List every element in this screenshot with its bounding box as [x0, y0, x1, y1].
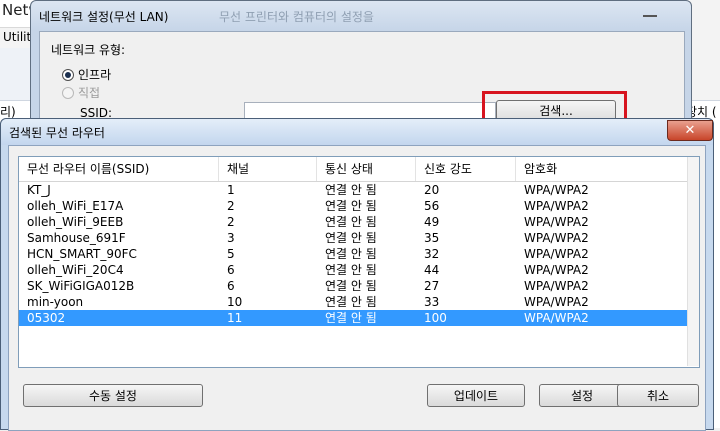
cell-ssid: olleh_WiFi_20C4 [27, 263, 124, 277]
cell-ssid: olleh_WiFi_9EEB [27, 215, 124, 229]
radio-button[interactable] [62, 68, 74, 81]
manual-setup-button[interactable]: 수동 설정 [23, 384, 203, 407]
router-row-selected[interactable]: 05302 11 연결 안 됨 100 WPA/WPA2 [19, 310, 687, 326]
cell-ssid: olleh_WiFi_E17A [27, 199, 124, 213]
cell-ssid: 05302 [27, 311, 66, 325]
cell-ssid: KT_J [27, 183, 51, 197]
router-row[interactable]: olleh_WiFi_20C4 6 연결 안 됨 44 WPA/WPA2 [19, 262, 687, 278]
cell-encryption: WPA/WPA2 [524, 231, 589, 245]
cell-channel: 1 [227, 183, 235, 197]
cell-encryption: WPA/WPA2 [524, 263, 589, 277]
cell-status: 연결 안 됨 [325, 247, 377, 261]
radio-label: 인프라 [78, 68, 112, 82]
background-panel [690, 0, 720, 100]
cell-signal: 56 [424, 199, 440, 213]
settings-button[interactable]: 설정 [539, 384, 625, 407]
router-dialog-title: 검색된 무선 라우터 [9, 126, 105, 140]
found-routers-dialog: 검색된 무선 라우터 ✕ 무선 라우터 이름(SSID) 채널 통신 상태 신호… [0, 118, 714, 431]
cell-channel: 11 [227, 311, 243, 325]
radio-label: 직접 [78, 86, 101, 100]
cell-encryption: WPA/WPA2 [524, 215, 589, 229]
cell-status: 연결 안 됨 [325, 263, 377, 277]
vertical-scrollbar[interactable] [687, 157, 699, 366]
cell-ssid: HCN_SMART_90FC [27, 247, 137, 261]
column-header-encryption[interactable]: 암호화 [516, 157, 687, 181]
cell-channel: 2 [227, 199, 235, 213]
cell-channel: 6 [227, 279, 235, 293]
network-type-label: 네트워크 유형: [51, 43, 126, 57]
network-dialog-hint: 무선 프린터와 컴퓨터의 설정을 [219, 10, 374, 24]
column-header-signal[interactable]: 신호 강도 [416, 157, 516, 181]
minimize-button[interactable] [643, 5, 657, 17]
radio-direct: 직접 [62, 84, 100, 101]
cell-signal: 20 [424, 183, 440, 197]
cell-encryption: WPA/WPA2 [524, 279, 589, 293]
update-button[interactable]: 업데이트 [427, 384, 525, 407]
router-row[interactable]: olleh_WiFi_9EEB 2 연결 안 됨 49 WPA/WPA2 [19, 214, 687, 230]
cell-channel: 10 [227, 295, 243, 309]
cell-signal: 27 [424, 279, 440, 293]
cell-signal: 33 [424, 295, 440, 309]
cell-status: 연결 안 됨 [325, 183, 377, 197]
cell-status: 연결 안 됨 [325, 295, 377, 309]
router-row[interactable]: HCN_SMART_90FC 5 연결 안 됨 32 WPA/WPA2 [19, 246, 687, 262]
column-header-status[interactable]: 통신 상태 [317, 157, 416, 181]
cell-ssid: SK_WiFiGIGA012B [27, 279, 135, 293]
router-rows: KT_J 1 연결 안 됨 20 WPA/WPA2 olleh_WiFi_E17… [19, 182, 687, 326]
cell-encryption: WPA/WPA2 [524, 311, 589, 325]
column-header-ssid[interactable]: 무선 라우터 이름(SSID) [19, 157, 219, 181]
close-icon: ✕ [684, 123, 696, 138]
router-row[interactable]: olleh_WiFi_E17A 2 연결 안 됨 56 WPA/WPA2 [19, 198, 687, 214]
cell-channel: 3 [227, 231, 235, 245]
cell-signal: 100 [424, 311, 447, 325]
cell-signal: 35 [424, 231, 440, 245]
router-row[interactable]: min-yoon 10 연결 안 됨 33 WPA/WPA2 [19, 294, 687, 310]
cell-status: 연결 안 됨 [325, 231, 377, 245]
router-dialog-body: 무선 라우터 이름(SSID) 채널 통신 상태 신호 강도 암호화 KT_J … [8, 145, 706, 431]
radio-button [62, 86, 74, 99]
router-list[interactable]: 무선 라우터 이름(SSID) 채널 통신 상태 신호 강도 암호화 KT_J … [18, 156, 700, 368]
cell-encryption: WPA/WPA2 [524, 183, 589, 197]
network-dialog-title: 네트워크 설정(무선 LAN) [39, 10, 169, 24]
router-row[interactable]: Samhouse_691F 3 연결 안 됨 35 WPA/WPA2 [19, 230, 687, 246]
cell-signal: 32 [424, 247, 440, 261]
list-header: 무선 라우터 이름(SSID) 채널 통신 상태 신호 강도 암호화 [19, 157, 687, 182]
router-dialog-title-bar: 검색된 무선 라우터 ✕ [1, 119, 713, 145]
cell-ssid: Samhouse_691F [27, 231, 126, 245]
radio-infrastructure[interactable]: 인프라 [62, 66, 111, 83]
cell-channel: 2 [227, 215, 235, 229]
column-header-channel[interactable]: 채널 [219, 157, 317, 181]
cell-channel: 5 [227, 247, 235, 261]
cell-status: 연결 안 됨 [325, 279, 377, 293]
cell-ssid: min-yoon [27, 295, 84, 309]
cancel-button[interactable]: 취소 [617, 384, 699, 407]
cell-status: 연결 안 됨 [325, 199, 377, 213]
cell-status: 연결 안 됨 [325, 215, 377, 229]
cell-encryption: WPA/WPA2 [524, 247, 589, 261]
cell-encryption: WPA/WPA2 [524, 295, 589, 309]
close-button[interactable]: ✕ [667, 120, 713, 141]
cell-channel: 6 [227, 263, 235, 277]
cell-signal: 44 [424, 263, 440, 277]
router-row[interactable]: SK_WiFiGIGA012B 6 연결 안 됨 27 WPA/WPA2 [19, 278, 687, 294]
cell-status: 연결 안 됨 [325, 311, 377, 325]
cell-signal: 49 [424, 215, 440, 229]
router-row[interactable]: KT_J 1 연결 안 됨 20 WPA/WPA2 [19, 182, 687, 198]
cell-encryption: WPA/WPA2 [524, 199, 589, 213]
